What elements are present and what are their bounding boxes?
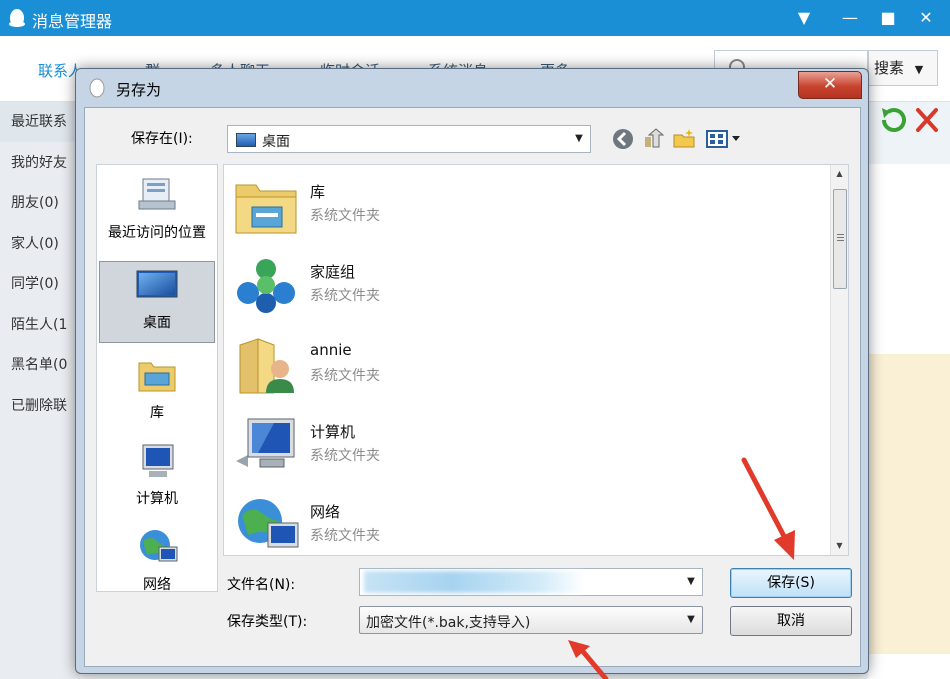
scroll-up-icon[interactable]: ▲ bbox=[831, 165, 848, 183]
filename-label: 文件名(N): bbox=[227, 577, 296, 593]
places-bar: 最近访问的位置 桌面 库 计算机 网络 bbox=[96, 164, 218, 594]
filetype-dropdown[interactable]: 加密文件(*.bak,支持导入) ▼ bbox=[359, 606, 703, 634]
place-computer-label: 计算机 bbox=[136, 491, 178, 507]
recent-places-icon bbox=[138, 178, 176, 210]
message-highlight bbox=[868, 354, 950, 654]
bg-toolbar bbox=[882, 108, 938, 132]
dialog-body: 保存在(I): 桌面 ▼ 最近访问的位置 桌面 库 计算机 网络 库 系统文件夹… bbox=[84, 107, 861, 667]
filetype-value: 加密文件(*.bak,支持导入) bbox=[366, 615, 531, 631]
desktop-icon bbox=[136, 270, 178, 298]
place-desktop[interactable]: 桌面 bbox=[97, 261, 217, 343]
delete-icon[interactable] bbox=[916, 108, 938, 132]
computer-icon bbox=[236, 418, 295, 468]
chevron-down-icon[interactable]: ▼ bbox=[572, 126, 586, 152]
network-icon bbox=[140, 530, 178, 562]
list-item[interactable]: 网络 系统文件夹 bbox=[228, 487, 788, 555]
file-list: 库 系统文件夹 家庭组 系统文件夹 annie 系统文件夹 计算机 系统文件夹 … bbox=[223, 164, 849, 556]
qq-penguin-icon bbox=[9, 9, 25, 27]
place-recent[interactable]: 最近访问的位置 bbox=[97, 175, 217, 242]
file-type: 系统文件夹 bbox=[310, 528, 380, 544]
place-library-label: 库 bbox=[150, 405, 164, 421]
scroll-thumb[interactable] bbox=[833, 189, 847, 289]
place-library[interactable]: 库 bbox=[97, 355, 217, 422]
search-dropdown-icon[interactable]: ▼ bbox=[915, 63, 923, 76]
back-icon[interactable] bbox=[611, 127, 635, 151]
list-item[interactable]: 家庭组 系统文件夹 bbox=[228, 247, 788, 319]
library-folder-icon bbox=[235, 184, 297, 234]
file-name: 家庭组 bbox=[310, 263, 356, 281]
minimize-button[interactable]: — bbox=[838, 6, 862, 30]
place-network[interactable]: 网络 bbox=[97, 527, 217, 594]
view-menu-icon[interactable] bbox=[705, 127, 743, 151]
up-folder-icon[interactable] bbox=[641, 127, 665, 151]
desktop-icon bbox=[236, 133, 256, 147]
place-computer[interactable]: 计算机 bbox=[97, 441, 217, 508]
cancel-button[interactable]: 取消 bbox=[730, 606, 852, 636]
qq-penguin-icon bbox=[89, 78, 105, 98]
file-type: 系统文件夹 bbox=[310, 288, 380, 304]
save-in-value: 桌面 bbox=[262, 134, 290, 150]
sidebar-item-pals[interactable]: 朋友(0) bbox=[11, 192, 59, 212]
file-name: annie bbox=[310, 341, 352, 359]
app-title: 消息管理器 bbox=[32, 12, 113, 31]
chevron-down-icon[interactable]: ▼ bbox=[684, 607, 698, 633]
list-item[interactable]: 库 系统文件夹 bbox=[228, 167, 788, 239]
filename-input[interactable]: ▼ bbox=[359, 568, 703, 596]
maximize-button[interactable]: ■ bbox=[876, 6, 900, 30]
chevron-down-icon[interactable]: ▼ bbox=[684, 569, 698, 595]
dialog-title: 另存为 bbox=[116, 81, 162, 99]
sidebar-item-family[interactable]: 家人(0) bbox=[11, 233, 59, 253]
refresh-icon[interactable] bbox=[882, 108, 906, 132]
redacted-filename bbox=[364, 571, 584, 593]
network-icon bbox=[238, 499, 299, 548]
contact-sidebar: 最近联系 我的好友 朋友(0) 家人(0) 同学(0) 陌生人(1 黑名单(0 … bbox=[0, 102, 80, 679]
vertical-scrollbar[interactable]: ▲ ▼ bbox=[830, 165, 848, 555]
place-desktop-label: 桌面 bbox=[143, 315, 171, 331]
save-as-dialog: 另存为 ✕ 保存在(I): 桌面 ▼ 最近访问的位置 桌面 库 计算机 网络 库… bbox=[75, 68, 869, 674]
new-folder-icon[interactable] bbox=[672, 127, 696, 151]
dialog-close-button[interactable]: ✕ bbox=[798, 71, 862, 99]
file-name: 网络 bbox=[310, 503, 341, 521]
place-recent-label: 最近访问的位置 bbox=[108, 225, 206, 241]
search-button-label: 搜素 bbox=[874, 59, 905, 77]
save-in-dropdown[interactable]: 桌面 ▼ bbox=[227, 125, 591, 153]
save-in-label: 保存在(I): bbox=[131, 131, 193, 147]
close-window-button[interactable]: ✕ bbox=[914, 6, 938, 30]
filetype-label: 保存类型(T): bbox=[227, 614, 308, 630]
save-button[interactable]: 保存(S) bbox=[730, 568, 852, 598]
user-folder-icon bbox=[239, 338, 294, 394]
list-item[interactable]: 计算机 系统文件夹 bbox=[228, 407, 788, 479]
file-name: 计算机 bbox=[310, 423, 356, 441]
dropdown-menu-icon[interactable]: ▼ bbox=[792, 6, 816, 30]
library-folder-icon bbox=[138, 362, 176, 392]
sidebar-item-blacklist[interactable]: 黑名单(0 bbox=[11, 354, 67, 374]
homegroup-icon bbox=[237, 259, 295, 313]
file-name: 库 bbox=[310, 183, 326, 201]
computer-icon bbox=[142, 444, 174, 477]
sidebar-item-deleted[interactable]: 已删除联 bbox=[11, 395, 67, 415]
sidebar-item-friends[interactable]: 我的好友 bbox=[11, 152, 67, 172]
sidebar-item-classmates[interactable]: 同学(0) bbox=[11, 273, 59, 293]
file-type: 系统文件夹 bbox=[310, 208, 380, 224]
file-type: 系统文件夹 bbox=[310, 368, 380, 384]
place-network-label: 网络 bbox=[143, 577, 171, 593]
file-type: 系统文件夹 bbox=[310, 448, 380, 464]
sidebar-item-strangers[interactable]: 陌生人(1 bbox=[11, 314, 67, 334]
scroll-down-icon[interactable]: ▼ bbox=[831, 537, 848, 555]
app-titlebar: 消息管理器 ▼ — ■ ✕ bbox=[0, 0, 950, 36]
search-button[interactable]: 搜素 ▼ bbox=[868, 50, 938, 86]
list-item[interactable]: annie 系统文件夹 bbox=[228, 327, 788, 399]
sidebar-item-recent[interactable]: 最近联系 bbox=[0, 102, 80, 142]
